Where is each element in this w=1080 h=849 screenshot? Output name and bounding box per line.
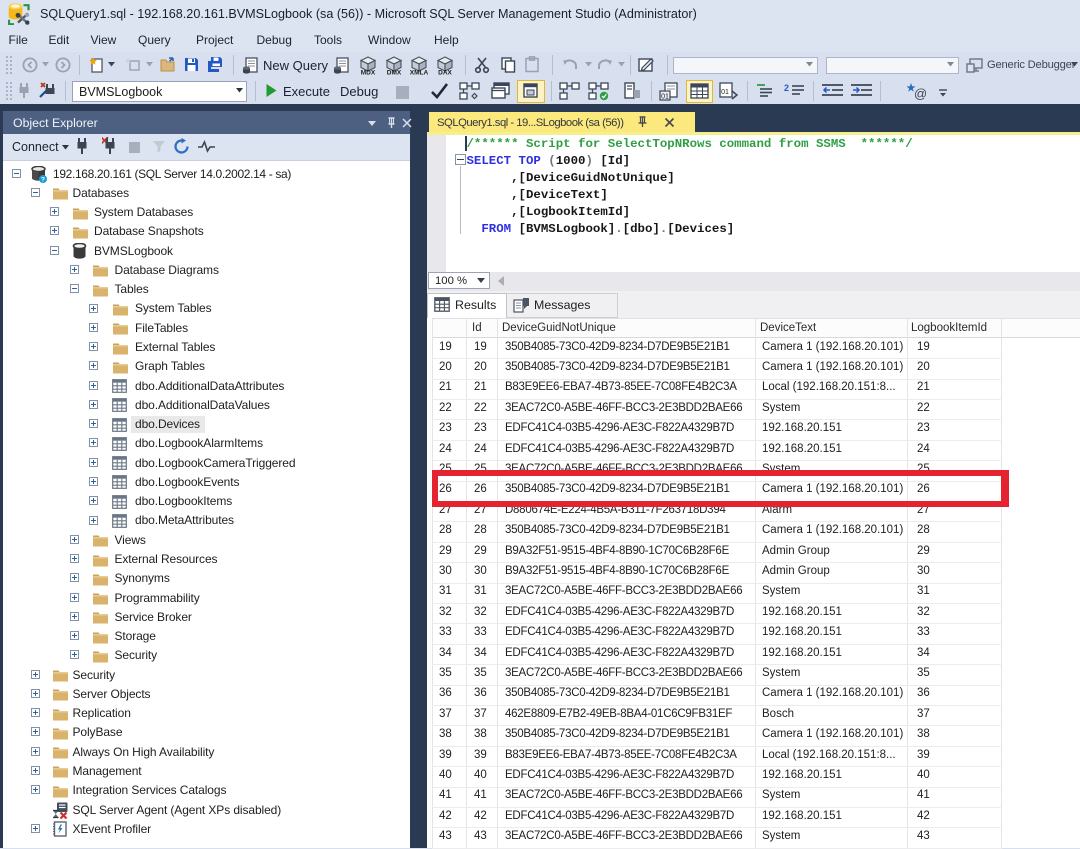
svg-text:01: 01 <box>661 94 669 101</box>
svg-text:DAX: DAX <box>438 70 452 76</box>
svg-text:XMLA: XMLA <box>410 70 429 76</box>
svg-text:?: ? <box>41 177 45 183</box>
svg-text:@: @ <box>914 86 927 100</box>
svg-text:01: 01 <box>721 89 729 96</box>
svg-text:2: 2 <box>784 83 789 93</box>
svg-text:MDX: MDX <box>361 70 376 76</box>
svg-text:DMX: DMX <box>387 70 402 76</box>
